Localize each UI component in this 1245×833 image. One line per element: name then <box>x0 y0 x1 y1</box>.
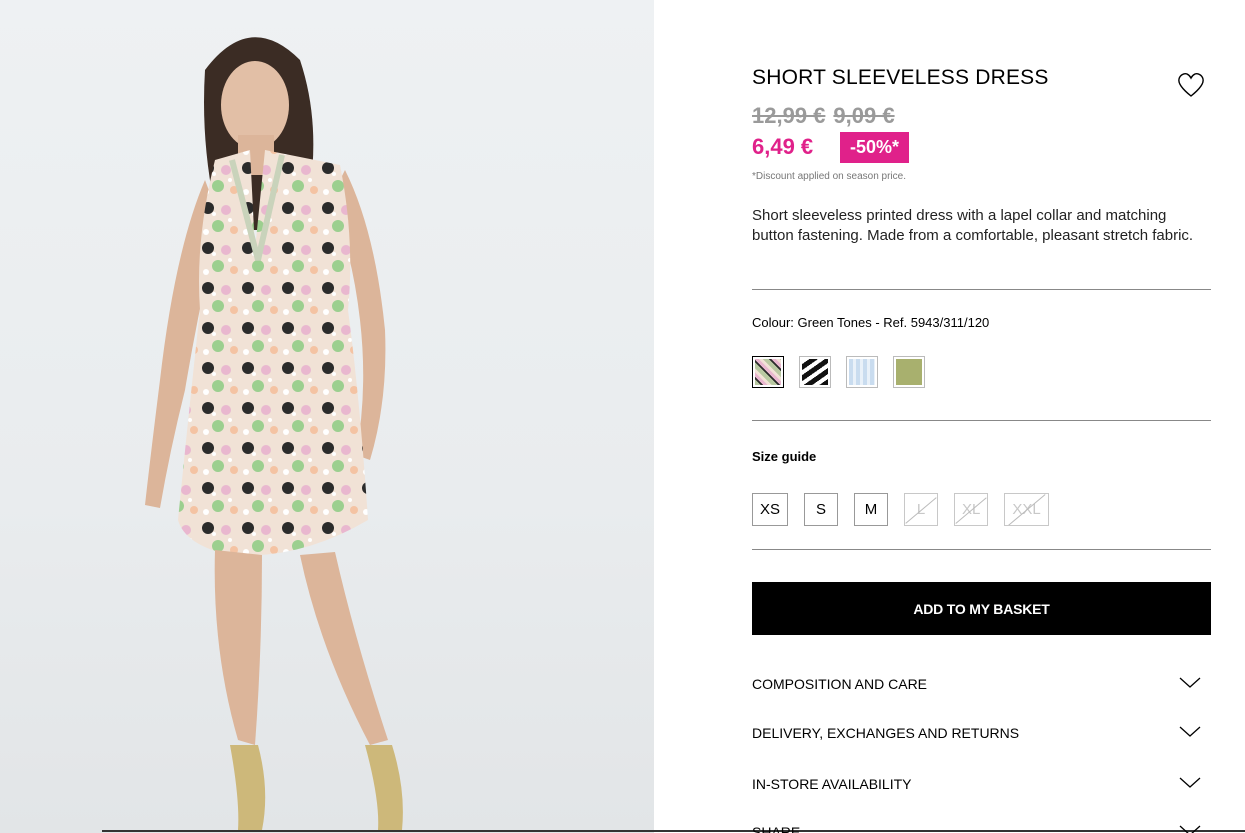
chevron-down-icon <box>1179 677 1201 688</box>
size-guide-link[interactable]: Size guide <box>752 449 816 464</box>
accordion-delivery-returns[interactable]: DELIVERY, EXCHANGES AND RETURNS <box>752 719 1211 749</box>
swatch-green-tones[interactable] <box>752 356 784 388</box>
accordion-label: IN-STORE AVAILABILITY <box>752 776 912 792</box>
size-xxl-unavailable[interactable]: XXL <box>1004 493 1049 526</box>
swatch-black-white[interactable] <box>799 356 831 388</box>
size-xs[interactable]: XS <box>752 493 789 526</box>
size-selector: XS S M L XL XXL <box>752 493 1049 526</box>
colour-reference: Colour: Green Tones - Ref. 5943/311/120 <box>752 315 990 330</box>
colour-swatches <box>752 356 925 388</box>
discount-note: *Discount applied on season price. <box>752 171 906 182</box>
discount-badge: -50%* <box>840 132 910 163</box>
size-l-unavailable[interactable]: L <box>904 493 939 526</box>
size-m[interactable]: M <box>854 493 889 526</box>
chevron-down-icon <box>1179 726 1201 737</box>
product-info-panel: SHORT SLEEVELESS DRESS 12,99 € 9,09 € 6,4… <box>752 0 1211 833</box>
accordion-in-store-availability[interactable]: IN-STORE AVAILABILITY <box>752 770 1211 800</box>
accordion-label: SHARE <box>752 824 801 833</box>
product-title: SHORT SLEEVELESS DRESS <box>752 66 1049 89</box>
accordion-composition-care[interactable]: COMPOSITION AND CARE <box>752 670 1211 700</box>
accordion-share[interactable]: SHARE <box>752 818 1211 833</box>
swatch-light-blue[interactable] <box>846 356 878 388</box>
old-price-original: 12,99 € <box>752 103 826 128</box>
add-to-basket-button[interactable]: ADD TO MY BASKET <box>752 582 1211 635</box>
accordion-label: COMPOSITION AND CARE <box>752 676 928 692</box>
product-description: Short sleeveless printed dress with a la… <box>752 207 1194 244</box>
product-photo[interactable] <box>0 0 654 833</box>
divider <box>752 420 1211 421</box>
old-prices: 12,99 € 9,09 € <box>752 103 903 129</box>
model-illustration <box>145 37 403 830</box>
swatch-olive[interactable] <box>893 356 925 388</box>
old-price-season: 9,09 € <box>833 103 895 128</box>
chevron-down-icon <box>1179 777 1201 788</box>
divider <box>752 549 1211 550</box>
current-price: 6,49 € <box>752 134 814 159</box>
divider <box>752 289 1211 290</box>
size-s[interactable]: S <box>804 493 839 526</box>
accordion-label: DELIVERY, EXCHANGES AND RETURNS <box>752 725 1020 741</box>
chevron-down-icon <box>1179 825 1201 833</box>
wishlist-heart-icon[interactable] <box>1176 70 1206 100</box>
size-xl-unavailable[interactable]: XL <box>954 493 989 526</box>
